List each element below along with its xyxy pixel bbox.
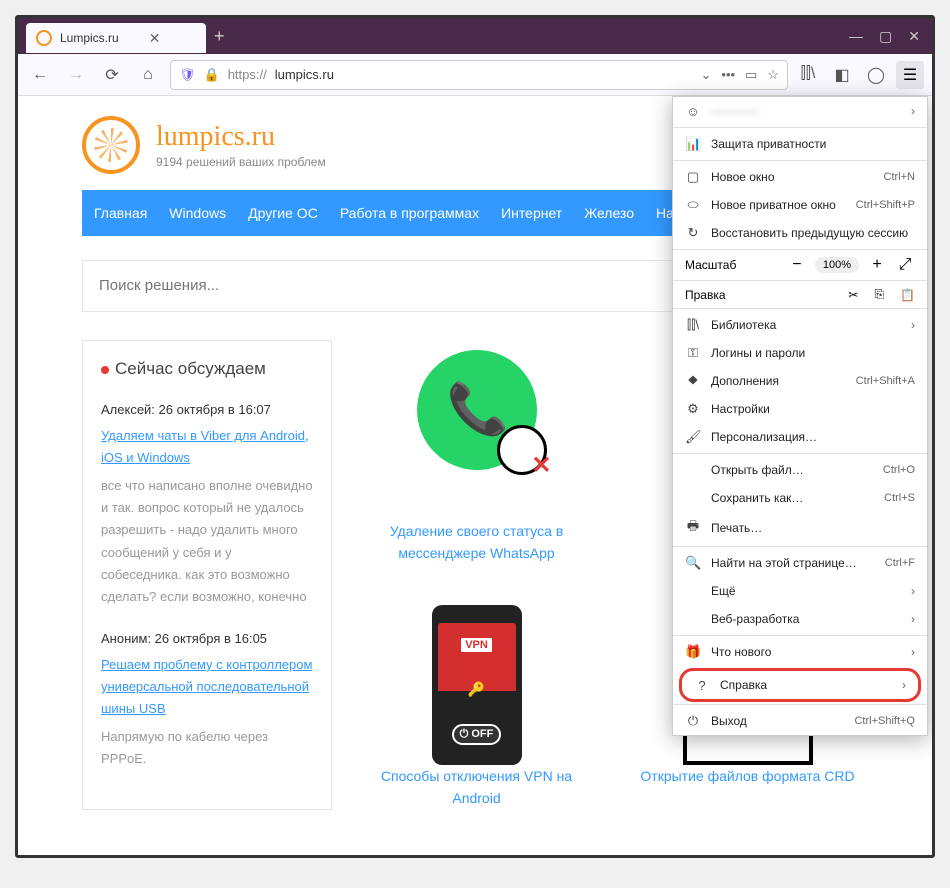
nav-item[interactable]: Работа в программах <box>340 205 479 221</box>
site-favicon-icon <box>36 30 52 46</box>
comment-meta: Аноним: 26 октября в 16:05 <box>101 628 313 650</box>
comment-text: Напрямую по кабелю через PPPoE. <box>101 726 313 770</box>
forward-button[interactable]: → <box>62 61 90 89</box>
copy-icon[interactable]: ⎘ <box>874 287 884 302</box>
menu-save-as[interactable]: Сохранить как…Ctrl+S <box>673 484 927 512</box>
titlebar: Lumpics.ru ✕ + — ▢ ✕ <box>18 18 932 54</box>
toolbar: ← → ⟳ ⌂ 🛡 🔒 https:// lumpics.ru ⌄ ••• ▭ ☆… <box>18 54 932 96</box>
phone-vpn-icon: VPN🔑⏻ OFF <box>432 605 522 765</box>
url-prefix: https:// <box>228 67 267 82</box>
menu-edit: Правка ✂ ⎘ 📋 <box>673 283 927 306</box>
article-title: Способы отключения VPN на Android <box>356 765 597 810</box>
paste-icon[interactable]: 📋 <box>900 288 915 302</box>
menu-addons[interactable]: ⯁ДополненияCtrl+Shift+A <box>673 367 927 395</box>
nav-item[interactable]: Железо <box>584 205 634 221</box>
close-window-icon[interactable]: ✕ <box>908 28 920 45</box>
user-icon: ☺ <box>685 104 701 119</box>
zoom-out-button[interactable]: − <box>787 256 807 274</box>
nav-item[interactable]: Другие ОС <box>248 205 318 221</box>
key-icon: ⚿ <box>685 345 701 361</box>
menu-find[interactable]: 🔍Найти на этой странице…Ctrl+F <box>673 549 927 577</box>
url-host: lumpics.ru <box>275 67 334 82</box>
menu-account[interactable]: ☺————› <box>673 97 927 125</box>
mask-icon: ⬭ <box>685 197 701 213</box>
url-bar[interactable]: 🛡 🔒 https:// lumpics.ru ⌄ ••• ▭ ☆ <box>170 60 788 90</box>
site-title[interactable]: lumpics.ru <box>156 121 326 153</box>
gear-icon: ⚙ <box>685 401 701 417</box>
new-tab-button[interactable]: + <box>214 26 225 47</box>
cut-icon[interactable]: ✂ <box>848 288 858 302</box>
nav-item[interactable]: Windows <box>169 205 226 221</box>
brush-icon: 🖌 <box>685 429 701 445</box>
tab-title: Lumpics.ru <box>60 31 119 45</box>
chevron-down-icon[interactable]: ⌄ <box>700 67 711 83</box>
menu-help[interactable]: ?Справка› <box>682 671 918 699</box>
menu-open-file[interactable]: Открыть файл…Ctrl+O <box>673 456 927 484</box>
whatsapp-icon <box>417 350 537 470</box>
browser-window: Lumpics.ru ✕ + — ▢ ✕ ← → ⟳ ⌂ 🛡 🔒 https:/… <box>15 15 935 858</box>
fullscreen-icon[interactable]: ⤢ <box>895 256 915 274</box>
puzzle-icon: ⯁ <box>685 373 701 389</box>
library-icon: ⫿⫿\ <box>685 317 701 333</box>
discussion-sidebar: Сейчас обсуждаем Алексей: 26 октября в 1… <box>82 340 332 810</box>
restore-icon: ↻ <box>685 225 701 241</box>
maximize-icon[interactable]: ▢ <box>879 28 892 45</box>
menu-library[interactable]: ⫿⫿\Библиотека› <box>673 311 927 339</box>
comment-link[interactable]: Решаем проблему с контроллером универсал… <box>101 657 312 716</box>
menu-whatsnew[interactable]: 🎁Что нового› <box>673 638 927 666</box>
article-title: Удаление своего статуса в мессенджере Wh… <box>356 520 597 565</box>
article-card[interactable]: Удаление своего статуса в мессенджере Wh… <box>356 340 597 565</box>
account-icon[interactable]: ◯ <box>864 65 888 85</box>
print-icon: 🖶 <box>685 517 701 539</box>
menu-zoom: Масштаб − 100% + ⤢ <box>673 252 927 278</box>
article-card[interactable]: VPN🔑⏻ OFF Способы отключения VPN на Andr… <box>356 605 597 810</box>
menu-webdev[interactable]: Веб-разработка› <box>673 605 927 633</box>
zoom-value[interactable]: 100% <box>815 257 859 273</box>
sidebar-icon[interactable]: ◧ <box>830 65 854 85</box>
discuss-heading: Сейчас обсуждаем <box>101 359 313 379</box>
help-icon: ? <box>694 678 710 693</box>
star-icon[interactable]: ☆ <box>767 67 779 83</box>
more-icon[interactable]: ••• <box>721 67 735 83</box>
search-icon: 🔍 <box>685 555 701 571</box>
zoom-in-button[interactable]: + <box>867 256 887 274</box>
menu-personalize[interactable]: 🖌Персонализация… <box>673 423 927 451</box>
site-subtitle: 9194 решений ваших проблем <box>156 155 326 169</box>
comment-meta: Алексей: 26 октября в 16:07 <box>101 399 313 421</box>
power-icon: ⏻ <box>685 713 701 729</box>
comment-text: все что написано вполне очевидно и так. … <box>101 475 313 608</box>
lock-icon[interactable]: 🔒 <box>204 67 220 83</box>
app-menu: ☺————› 📊Защита приватности ▢Новое окноCt… <box>672 96 928 736</box>
reload-button[interactable]: ⟳ <box>98 61 126 89</box>
menu-more[interactable]: Ещё› <box>673 577 927 605</box>
menu-settings[interactable]: ⚙Настройки <box>673 395 927 423</box>
shield-icon[interactable]: 🛡 <box>179 67 196 83</box>
menu-restore[interactable]: ↻Восстановить предыдущую сессию <box>673 219 927 247</box>
menu-exit[interactable]: ⏻ВыходCtrl+Shift+Q <box>673 707 927 735</box>
menu-new-private[interactable]: ⬭Новое приватное окноCtrl+Shift+P <box>673 191 927 219</box>
close-icon[interactable]: ✕ <box>149 30 161 47</box>
menu-privacy[interactable]: 📊Защита приватности <box>673 130 927 158</box>
library-icon[interactable]: ⫿⫿\ <box>796 65 820 85</box>
gift-icon: 🎁 <box>685 644 701 660</box>
back-button[interactable]: ← <box>26 61 54 89</box>
menu-print[interactable]: 🖶Печать… <box>673 512 927 544</box>
article-title: Открытие файлов формата CRD <box>627 765 868 787</box>
site-logo-icon[interactable] <box>82 116 140 174</box>
menu-new-window[interactable]: ▢Новое окноCtrl+N <box>673 163 927 191</box>
hamburger-menu-button[interactable]: ☰ <box>896 61 924 89</box>
comment-link[interactable]: Удаляем чаты в Viber для Android, iOS и … <box>101 428 309 465</box>
chart-icon: 📊 <box>685 136 701 152</box>
nav-item[interactable]: Главная <box>94 205 147 221</box>
nav-item[interactable]: Интернет <box>501 205 562 221</box>
home-button[interactable]: ⌂ <box>134 61 162 89</box>
menu-logins[interactable]: ⚿Логины и пароли <box>673 339 927 367</box>
minimize-icon[interactable]: — <box>849 28 863 45</box>
reader-icon[interactable]: ▭ <box>745 67 757 83</box>
window-icon: ▢ <box>685 169 701 185</box>
browser-tab[interactable]: Lumpics.ru ✕ <box>26 23 206 53</box>
